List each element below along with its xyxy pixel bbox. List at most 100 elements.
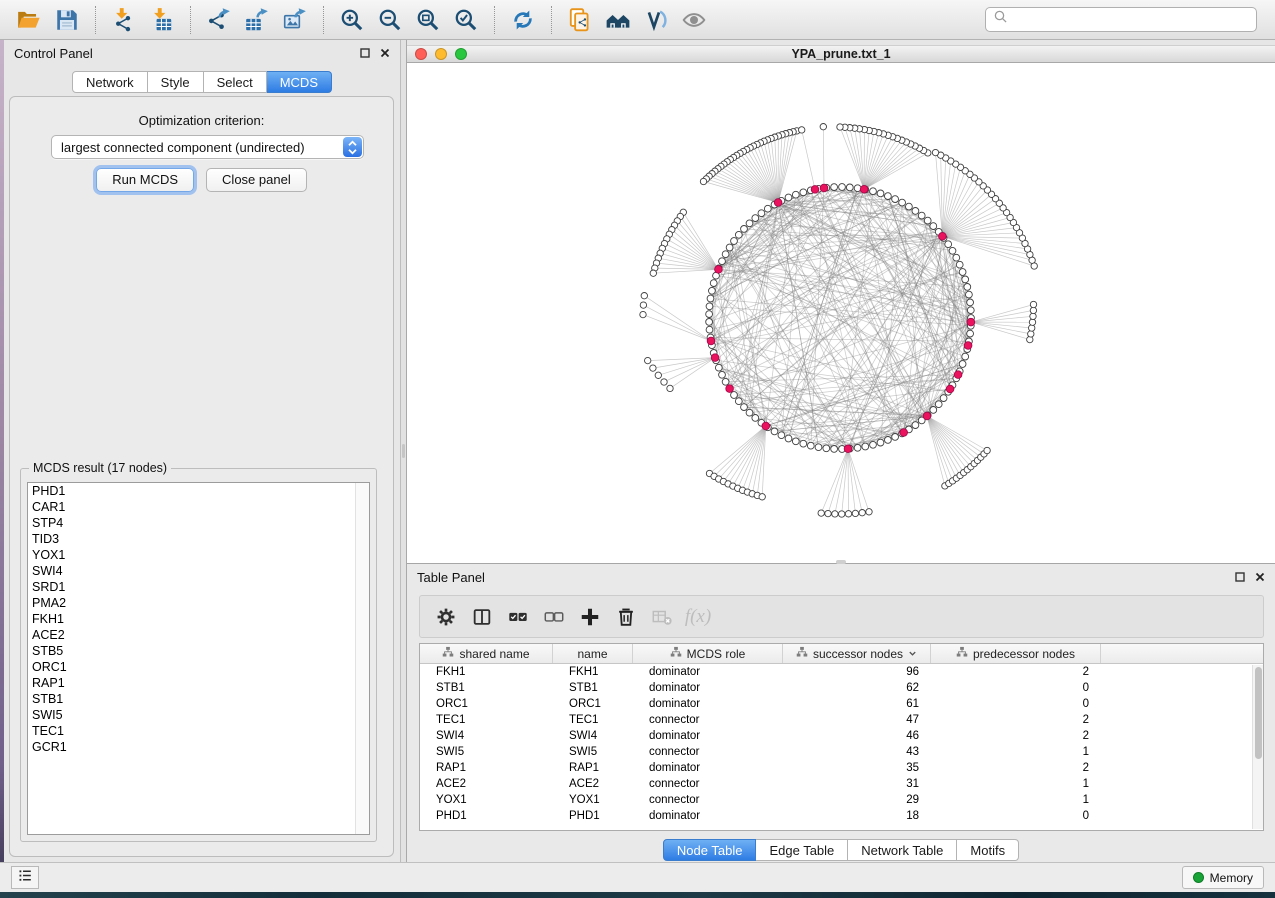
tab-mcds[interactable]: MCDS xyxy=(267,71,332,93)
float-panel-icon[interactable] xyxy=(359,48,370,59)
export-image-icon[interactable] xyxy=(279,4,311,36)
gear-icon[interactable] xyxy=(428,602,464,632)
cell-name: STB1 xyxy=(553,680,633,696)
column-header-shared-name[interactable]: shared name xyxy=(420,644,553,663)
search-box[interactable] xyxy=(985,7,1257,32)
zoom-out-icon[interactable] xyxy=(374,4,406,36)
split-panel-icon[interactable] xyxy=(464,602,500,632)
tab-select[interactable]: Select xyxy=(204,71,267,93)
mcds-list-scrollbar[interactable] xyxy=(355,483,369,834)
export-network-icon[interactable] xyxy=(203,4,235,36)
table-row[interactable]: ORC1ORC1dominator610 xyxy=(420,696,1263,712)
export-table-icon[interactable] xyxy=(241,4,273,36)
mcds-result-item[interactable]: ACE2 xyxy=(28,627,369,643)
mcds-result-item[interactable]: PMA2 xyxy=(28,595,369,611)
table-panel-header: Table Panel xyxy=(407,564,1275,590)
cell-predecessor-nodes: 2 xyxy=(931,712,1101,728)
mcds-result-item[interactable]: GCR1 xyxy=(28,739,369,755)
table-row[interactable]: ACE2ACE2connector311 xyxy=(420,776,1263,792)
column-type-icon xyxy=(956,646,968,661)
network-document-icon[interactable] xyxy=(564,4,596,36)
cell-successor-nodes: 43 xyxy=(783,744,931,760)
deselect-all-icon[interactable] xyxy=(536,602,572,632)
cell-name: PHD1 xyxy=(553,808,633,824)
network-graph[interactable] xyxy=(407,63,1275,563)
tab-network[interactable]: Network xyxy=(72,71,148,93)
mcds-result-item[interactable]: TEC1 xyxy=(28,723,369,739)
tab-motifs[interactable]: Motifs xyxy=(957,839,1019,861)
task-history-button[interactable] xyxy=(11,866,39,889)
splitter-handle[interactable] xyxy=(402,444,405,458)
cell-successor-nodes: 62 xyxy=(783,680,931,696)
table-scrollbar-thumb[interactable] xyxy=(1255,667,1262,759)
mcds-result-item[interactable]: TID3 xyxy=(28,531,369,547)
float-table-panel-icon[interactable] xyxy=(1234,572,1245,583)
search-input[interactable] xyxy=(1010,12,1250,28)
mcds-result-groupbox: MCDS result (17 nodes) PHD1CAR1STP4TID3Y… xyxy=(20,468,377,842)
tab-network-table[interactable]: Network Table xyxy=(848,839,957,861)
zoom-selected-icon[interactable] xyxy=(450,4,482,36)
cell-MCDS-role: dominator xyxy=(633,808,783,824)
table-row[interactable]: TEC1TEC1connector472 xyxy=(420,712,1263,728)
table-panel: Table Panel f(x) shared namenameMCDS rol… xyxy=(407,563,1275,862)
select-stepper-icon xyxy=(343,137,362,157)
zoom-fit-icon[interactable] xyxy=(412,4,444,36)
tab-style[interactable]: Style xyxy=(148,71,204,93)
table-scrollbar[interactable] xyxy=(1252,665,1263,829)
mcds-result-item[interactable]: STB5 xyxy=(28,643,369,659)
mcds-result-item[interactable]: SWI4 xyxy=(28,563,369,579)
cell-successor-nodes: 31 xyxy=(783,776,931,792)
table-tabs: Node TableEdge TableNetwork TableMotifs xyxy=(407,839,1275,861)
network-canvas[interactable] xyxy=(407,63,1275,563)
mcds-result-item[interactable]: STP4 xyxy=(28,515,369,531)
mcds-result-item[interactable]: STB1 xyxy=(28,691,369,707)
mcds-result-item[interactable]: YOX1 xyxy=(28,547,369,563)
save-session-icon[interactable] xyxy=(51,4,83,36)
run-mcds-button[interactable]: Run MCDS xyxy=(96,168,194,192)
table-row[interactable]: STB1STB1dominator620 xyxy=(420,680,1263,696)
table-row[interactable]: SWI4SWI4dominator462 xyxy=(420,728,1263,744)
horizontal-splitter-handle[interactable] xyxy=(836,560,846,564)
refresh-network-icon[interactable] xyxy=(507,4,539,36)
table-row[interactable]: FKH1FKH1dominator962 xyxy=(420,664,1263,680)
tab-node-table[interactable]: Node Table xyxy=(663,839,757,861)
column-header-name[interactable]: name xyxy=(553,644,633,663)
memory-button[interactable]: Memory xyxy=(1182,866,1264,889)
vizmapper-icon[interactable] xyxy=(640,4,672,36)
table-row[interactable]: YOX1YOX1connector291 xyxy=(420,792,1263,808)
mcds-result-item[interactable]: CAR1 xyxy=(28,499,369,515)
mcds-result-item[interactable]: ORC1 xyxy=(28,659,369,675)
column-header-MCDS-role[interactable]: MCDS role xyxy=(633,644,783,663)
select-all-icon[interactable] xyxy=(500,602,536,632)
toolbar-separator xyxy=(190,6,191,34)
cell-shared-name: YOX1 xyxy=(420,792,553,808)
toolbar-icon-group xyxy=(10,4,713,36)
cell-shared-name: FKH1 xyxy=(420,664,553,680)
import-network-icon[interactable] xyxy=(108,4,140,36)
column-header-predecessor-nodes[interactable]: predecessor nodes xyxy=(931,644,1101,663)
table-row[interactable]: SWI5SWI5connector431 xyxy=(420,744,1263,760)
table-row[interactable]: PHD1PHD1dominator180 xyxy=(420,808,1263,824)
mcds-result-item[interactable]: RAP1 xyxy=(28,675,369,691)
table-row[interactable]: RAP1RAP1dominator352 xyxy=(420,760,1263,776)
close-panel-icon[interactable] xyxy=(379,48,390,59)
mcds-result-item[interactable]: PHD1 xyxy=(28,483,369,499)
network-window-titlebar[interactable]: YPA_prune.txt_1 xyxy=(407,45,1275,63)
mcds-result-list[interactable]: PHD1CAR1STP4TID3YOX1SWI4SRD1PMA2FKH1ACE2… xyxy=(27,482,370,835)
criterion-select[interactable]: largest connected component (undirected) xyxy=(51,135,364,159)
mcds-result-item[interactable]: FKH1 xyxy=(28,611,369,627)
import-table-icon[interactable] xyxy=(146,4,178,36)
delete-column-icon[interactable] xyxy=(608,602,644,632)
column-header-successor-nodes[interactable]: successor nodes xyxy=(783,644,931,663)
houses-icon[interactable] xyxy=(602,4,634,36)
tab-edge-table[interactable]: Edge Table xyxy=(756,839,848,861)
mcds-result-item[interactable]: SWI5 xyxy=(28,707,369,723)
close-panel-button[interactable]: Close panel xyxy=(206,168,307,192)
mcds-result-item[interactable]: SRD1 xyxy=(28,579,369,595)
add-column-icon[interactable] xyxy=(572,602,608,632)
vertical-splitter[interactable] xyxy=(400,40,407,862)
close-table-panel-icon[interactable] xyxy=(1254,572,1265,583)
zoom-in-icon[interactable] xyxy=(336,4,368,36)
cell-predecessor-nodes: 0 xyxy=(931,680,1101,696)
folder-open-icon[interactable] xyxy=(13,4,45,36)
